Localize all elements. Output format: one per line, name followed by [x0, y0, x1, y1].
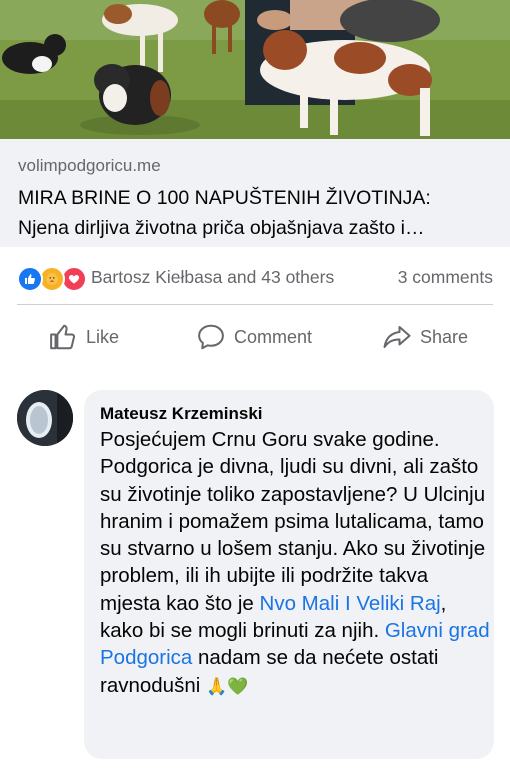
comment-bubble-icon [198, 324, 224, 350]
comment-text-part-1: Posjećujem Crnu Goru svake godine. Podgo… [100, 428, 486, 615]
share-label: Share [420, 326, 469, 347]
share-button[interactable]: Share [382, 322, 468, 352]
like-label: Like [86, 326, 120, 347]
post-actions: Like Comment Share [0, 310, 510, 366]
link-title-line-1: MIRA BRINE O 100 NAPUŠTENIH ŽIVOTINJA: [18, 187, 431, 209]
link-preview-image[interactable] [0, 0, 510, 139]
avatar[interactable] [17, 390, 73, 446]
reactions-summary[interactable]: Bartosz Kiełbasa and 43 others 3 comment… [0, 255, 510, 299]
pray-heart-emoji: 🙏💚 [205, 676, 249, 696]
divider [17, 304, 493, 305]
comment-bubble[interactable]: Mateusz Krzeminski Posjećujem Crnu Goru … [84, 390, 494, 759]
mention-link-nvo[interactable]: Nvo Mali I Veliki Raj [260, 592, 441, 615]
comment-label: Comment [234, 326, 313, 347]
like-icon [17, 266, 43, 292]
comment-button[interactable]: Comment [196, 322, 312, 352]
share-arrow-icon [383, 326, 411, 348]
link-title: MIRA BRINE O 100 NAPUŠTENIH ŽIVOTINJA: N… [18, 183, 498, 243]
dogs-photo [0, 0, 510, 139]
thumbs-up-icon [50, 324, 76, 350]
comments-count[interactable]: 3 comments [398, 267, 493, 288]
like-button[interactable]: Like [48, 322, 119, 352]
comment-text: Posjećujem Crnu Goru svake godine. Podgo… [100, 426, 492, 700]
link-title-line-2: Njena dirljiva životna priča objašnjava … [18, 217, 425, 239]
avatar-image [17, 390, 73, 446]
comment-author[interactable]: Mateusz Krzeminski [100, 404, 263, 424]
link-preview-card[interactable]: volimpodgoricu.me MIRA BRINE O 100 NAPUŠ… [0, 139, 510, 247]
reaction-icons[interactable] [17, 266, 87, 292]
reactors-text[interactable]: Bartosz Kiełbasa and 43 others [91, 267, 334, 288]
link-domain: volimpodgoricu.me [18, 156, 161, 175]
